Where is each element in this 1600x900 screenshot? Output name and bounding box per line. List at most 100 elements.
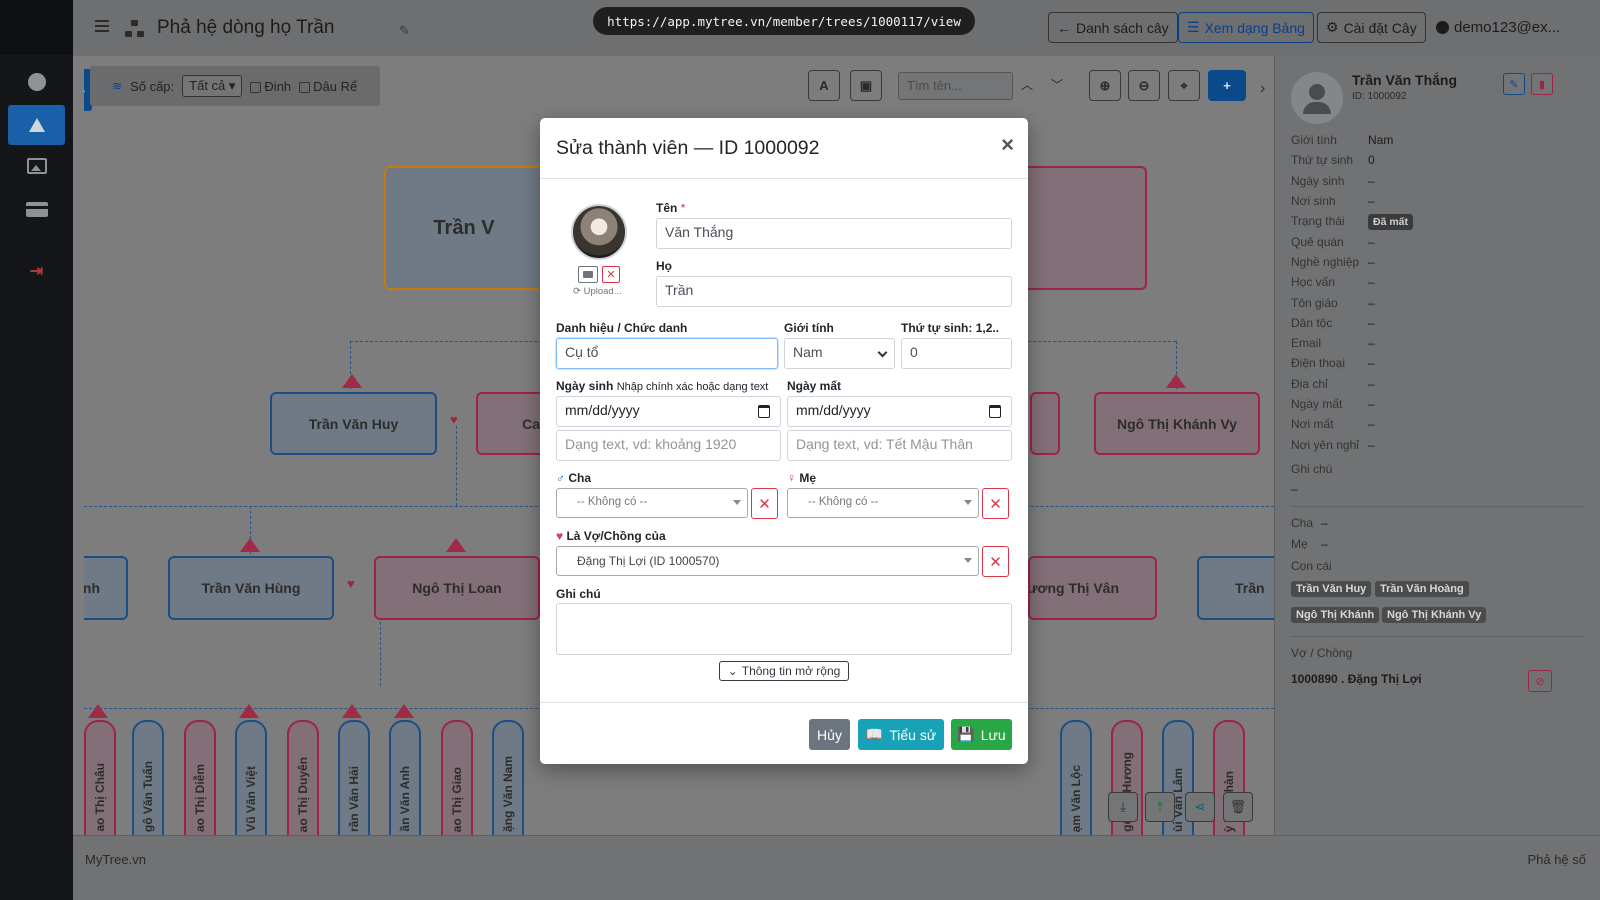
book-icon: 📖 <box>865 726 884 742</box>
delete-member-button[interactable]: ▮ <box>1531 73 1553 95</box>
center-button[interactable]: ⌖ <box>1168 70 1200 101</box>
calendar-icon[interactable] <box>989 405 1001 418</box>
detail-key: Thứ tự sinh <box>1291 153 1354 167</box>
tree-node-vertical[interactable]: rần Văn Hải <box>338 720 370 835</box>
detail-key: Địa chỉ <box>1291 377 1328 391</box>
gender-select[interactable]: Nam <box>784 338 895 369</box>
clear-father-button[interactable]: ✕ <box>751 488 778 519</box>
tree-node-root[interactable]: Trần V <box>384 166 544 290</box>
collapse-panel-icon[interactable]: › <box>1260 80 1265 98</box>
birth-date-label-text: Ngày sinh <box>556 379 614 393</box>
sidebar-item-profile[interactable] <box>8 62 65 102</box>
close-icon[interactable]: × <box>1001 134 1014 156</box>
tree-settings-button[interactable]: ⚙ Cài đặt Cây <box>1317 12 1426 43</box>
download-icon: ⤓ <box>1120 799 1126 814</box>
download-button[interactable]: ⤓ <box>1108 792 1138 822</box>
delete-tree-button[interactable]: 🗑 <box>1223 792 1253 822</box>
detail-value: – <box>1368 296 1375 310</box>
tree-node[interactable]: Trần Văn Hùng <box>168 556 334 620</box>
caret-down-icon <box>964 558 972 563</box>
dau-re-checkbox[interactable]: Dâu Rể <box>299 79 357 94</box>
edit-member-button[interactable]: ✎ <box>1503 73 1525 95</box>
zoom-out-button[interactable]: ⊖ <box>1128 70 1160 101</box>
tree-node-vertical[interactable]: Vũ Văn Việt <box>235 720 267 835</box>
image-export-button[interactable]: ▣ <box>850 70 882 101</box>
node-name: ao Thị Giao <box>450 766 464 832</box>
upload-status: ⟳ Upload... <box>573 286 622 297</box>
menu-toggle-icon[interactable] <box>95 20 109 32</box>
sidebar-item-tree[interactable] <box>8 105 65 145</box>
unlink-spouse-button[interactable]: ⊘ <box>1528 670 1552 692</box>
death-text-input[interactable]: Dạng text, vd: Tết Mậu Thân <box>787 430 1012 461</box>
tree-node-vertical[interactable]: ao Thị Duyên <box>287 720 319 835</box>
detail-key: Nghề nghiệp <box>1291 255 1360 269</box>
add-member-button[interactable]: + <box>1208 70 1246 101</box>
child-badge[interactable]: Ngô Thị Khánh Vy <box>1382 607 1487 623</box>
chevron-up-icon[interactable]: ︿ <box>1021 76 1033 93</box>
tree-list-button[interactable]: ← Danh sách cây <box>1048 12 1178 43</box>
detail-value: – <box>1368 275 1375 289</box>
death-date-placeholder: mm/dd/yyyy <box>796 402 871 418</box>
child-badge[interactable]: Ngô Thị Khánh <box>1291 607 1380 623</box>
save-button[interactable]: 💾 Lưu <box>951 719 1012 750</box>
url-bar[interactable]: https://app.mytree.vn/member/trees/10001… <box>593 7 975 35</box>
connector-line <box>456 426 457 506</box>
tree-node[interactable]: Trần <box>1197 556 1274 620</box>
title-input[interactable]: Cụ tổ <box>556 338 778 369</box>
upload-button[interactable]: ⤒ <box>1145 792 1175 822</box>
cancel-button[interactable]: Hủy <box>809 719 850 750</box>
child-badge[interactable]: Trần Văn Hoàng <box>1375 581 1469 597</box>
user-plus-icon: + <box>1223 78 1231 93</box>
tree-node[interactable]: Trần Văn Huy <box>270 392 437 455</box>
biography-button[interactable]: 📖 Tiểu sử <box>858 719 944 750</box>
levels-select[interactable]: Tất cả ▾ <box>182 75 243 97</box>
tree-node-vertical[interactable]: ạm Văn Lộc <box>1060 720 1092 835</box>
tree-search-input[interactable]: Tìm tên... <box>898 72 1013 100</box>
tree-node-vertical[interactable]: ần Văn Anh <box>389 720 421 835</box>
tree-node[interactable]: Ngô Thị Khánh Vy <box>1094 392 1260 455</box>
user-menu[interactable]: demo123@ex... <box>1436 19 1560 36</box>
more-info-toggle[interactable]: ⌄ Thông tin mở rộng <box>719 661 849 681</box>
sidebar-item-billing[interactable] <box>8 189 65 229</box>
tree-node[interactable] <box>1030 392 1060 455</box>
father-select[interactable]: -- Không có -- <box>556 488 748 518</box>
last-name-input[interactable]: Trần <box>656 276 1012 307</box>
sidebar-item-gallery[interactable] <box>8 146 65 186</box>
font-size-button[interactable]: A <box>808 70 840 101</box>
remove-photo-button[interactable]: ✕ <box>602 266 620 283</box>
dinh-checkbox[interactable]: Đinh <box>250 79 291 94</box>
tree-node-vertical[interactable]: ao Thị Giao <box>441 720 473 835</box>
mother-select[interactable]: -- Không có -- <box>787 488 979 518</box>
death-date-input[interactable]: mm/dd/yyyy <box>787 396 1012 427</box>
footer-brand[interactable]: MyTree.vn <box>85 852 146 867</box>
zoom-in-button[interactable]: ⊕ <box>1089 70 1121 101</box>
calendar-icon[interactable] <box>758 405 770 418</box>
tree-node[interactable]: Ngô Thị Loan <box>374 556 540 620</box>
share-button[interactable]: ⋖ <box>1185 792 1215 822</box>
tree-node[interactable]: nh <box>84 556 128 620</box>
birth-order-input[interactable]: 0 <box>901 338 1012 369</box>
note-textarea[interactable] <box>556 603 1012 655</box>
member-photo <box>571 204 627 260</box>
tree-node[interactable]: Vương Thị Vân <box>1028 556 1157 620</box>
first-name-input[interactable]: Văn Thắng <box>656 218 1012 249</box>
tree-node-vertical[interactable]: ao Thị Châu <box>84 720 116 835</box>
left-sidebar: ⇥ <box>0 0 73 900</box>
birth-text-input[interactable]: Dạng text, vd: khoảng 1920 <box>556 430 781 461</box>
clear-spouse-button[interactable]: ✕ <box>982 546 1009 577</box>
clear-mother-button[interactable]: ✕ <box>982 488 1009 519</box>
child-badge[interactable]: Trần Văn Huy <box>1291 581 1372 597</box>
birth-date-input[interactable]: mm/dd/yyyy <box>556 396 781 427</box>
tree-node-vertical[interactable]: ao Thị Diễm <box>184 720 216 835</box>
tree-node[interactable]: Ca <box>476 392 546 455</box>
chevron-down-icon[interactable]: ﹀ <box>1051 76 1063 93</box>
photo-icon: ▣ <box>859 77 873 93</box>
upload-photo-button[interactable] <box>578 266 598 283</box>
tree-node-vertical[interactable]: ặng Văn Nam <box>492 720 524 835</box>
edit-title-icon[interactable]: ✎ <box>399 23 410 39</box>
tree-node-vertical[interactable]: gô Văn Tuấn <box>132 720 164 835</box>
spouse-select[interactable]: Đặng Thị Lợi (ID 1000570) <box>556 546 979 576</box>
level-toolbar: ≋ Số cấp: Tất cả ▾ Đinh Dâu Rể <box>90 66 380 106</box>
table-view-button[interactable]: ☰ Xem dạng Bảng <box>1178 12 1314 43</box>
sidebar-item-logout[interactable]: ⇥ <box>8 251 65 291</box>
